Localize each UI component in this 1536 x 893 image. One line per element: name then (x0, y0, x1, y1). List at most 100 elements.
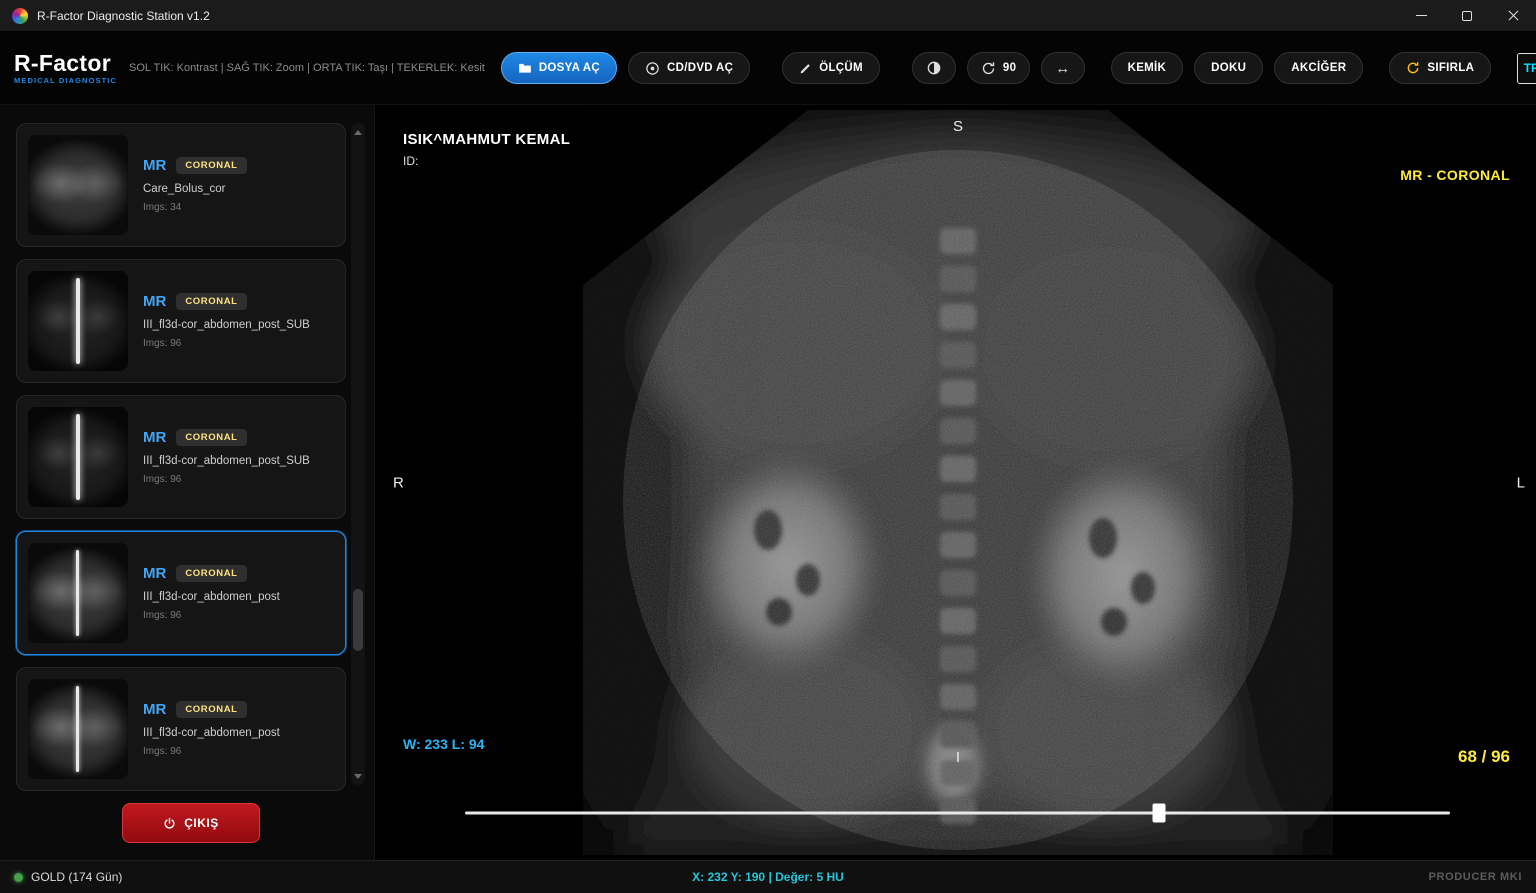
series-thumbnail (28, 407, 128, 507)
flip-icon: ↔ (1055, 61, 1070, 76)
reset-label: SIFIRLA (1427, 62, 1474, 74)
series-card[interactable]: MR CORONAL III_fl3d-cor_abdomen_post_SUB… (16, 259, 346, 383)
measure-label: ÖLÇÜM (819, 62, 863, 74)
toolbar: DOSYA AÇ CD/DVD AÇ ÖLÇÜM 90 ↔ (501, 52, 1536, 84)
rotate-icon (981, 61, 996, 76)
series-name: III_fl3d-cor_abdomen_post_SUB (143, 319, 310, 331)
header-toolbar: R-Factor MEDICAL DIAGNOSTIC SOL TIK: Kon… (0, 32, 1536, 105)
brand-subtitle: MEDICAL DIAGNOSTIC (14, 76, 117, 85)
status-dot-icon (14, 873, 23, 882)
pencil-icon (799, 62, 812, 75)
series-name: III_fl3d-cor_abdomen_post_SUB (143, 455, 310, 467)
flip-button[interactable]: ↔ (1041, 52, 1084, 84)
series-scrollbar[interactable] (351, 123, 365, 785)
producer-label: PRODUCER MKI (1429, 871, 1522, 883)
power-icon (163, 817, 176, 830)
lang-tr-button[interactable]: TR (1517, 53, 1536, 84)
scroll-down-button[interactable] (351, 769, 365, 783)
series-thumbnail (28, 271, 128, 371)
lung-label: AKCİĞER (1291, 62, 1346, 74)
reset-button[interactable]: SIFIRLA (1389, 52, 1491, 84)
modality-label: MR (143, 429, 166, 446)
modality-label: MR (143, 701, 166, 718)
series-card[interactable]: MR CORONAL III_fl3d-cor_abdomen_post Img… (16, 667, 346, 791)
modality-label: MR (143, 293, 166, 310)
image-viewer[interactable]: ISIK^MAHMUT KEMAL ID: MR - CORONAL S I R… (375, 105, 1536, 860)
open-file-button[interactable]: DOSYA AÇ (501, 52, 617, 84)
series-thumbnail (28, 679, 128, 779)
series-info: MR CORONAL Care_Bolus_cor Imgs: 34 (143, 157, 247, 213)
mri-image[interactable] (583, 110, 1333, 855)
patient-name-overlay: ISIK^MAHMUT KEMAL (403, 131, 570, 148)
app-logo-icon (12, 8, 28, 24)
bone-label: KEMİK (1128, 62, 1167, 74)
series-thumbnail (28, 543, 128, 643)
series-info: MR CORONAL III_fl3d-cor_abdomen_post Img… (143, 701, 280, 757)
series-info: MR CORONAL III_fl3d-cor_abdomen_post Img… (143, 565, 280, 621)
exit-button[interactable]: ÇIKIŞ (122, 803, 260, 843)
plane-badge: CORONAL (176, 701, 246, 718)
close-button[interactable] (1490, 0, 1536, 31)
language-toggle: TR EN (1517, 53, 1536, 84)
rotate-90-button[interactable]: 90 (967, 52, 1030, 84)
disc-icon (645, 61, 660, 76)
license-status-label: GOLD (174 Gün) (31, 870, 122, 884)
exit-label: ÇIKIŞ (184, 816, 219, 830)
series-image-count: Imgs: 96 (143, 610, 280, 621)
measure-button[interactable]: ÖLÇÜM (782, 52, 880, 84)
series-image-count: Imgs: 34 (143, 202, 247, 213)
plane-badge: CORONAL (176, 565, 246, 582)
preset-tissue-button[interactable]: DOKU (1194, 52, 1263, 84)
orientation-right: R (393, 474, 404, 491)
slice-slider-thumb[interactable] (1153, 804, 1166, 823)
scroll-up-icon (354, 130, 362, 135)
series-name: Care_Bolus_cor (143, 183, 247, 195)
maximize-icon (1462, 11, 1472, 21)
series-thumbnail (28, 135, 128, 235)
slice-slider-track[interactable] (465, 812, 1450, 815)
series-image-count: Imgs: 96 (143, 746, 280, 757)
modality-label: MR (143, 157, 166, 174)
maximize-button[interactable] (1444, 0, 1490, 31)
series-info: MR CORONAL III_fl3d-cor_abdomen_post_SUB… (143, 429, 310, 485)
series-label-overlay: MR - CORONAL (1400, 167, 1510, 183)
brand-logo: R-Factor MEDICAL DIAGNOSTIC (14, 51, 117, 85)
plane-badge: CORONAL (176, 157, 246, 174)
tissue-label: DOKU (1211, 62, 1246, 74)
close-icon (1508, 10, 1519, 21)
minimize-icon (1416, 15, 1427, 16)
series-image-count: Imgs: 96 (143, 474, 310, 485)
window-title: R-Factor Diagnostic Station v1.2 (37, 9, 210, 23)
folder-icon (518, 62, 532, 74)
window-level-overlay: W: 233 L: 94 (403, 736, 484, 752)
open-cd-label: CD/DVD AÇ (667, 62, 733, 74)
orientation-left: L (1517, 474, 1525, 491)
contrast-icon (926, 60, 942, 76)
plane-badge: CORONAL (176, 429, 246, 446)
scroll-up-button[interactable] (351, 125, 365, 139)
series-card-selected[interactable]: MR CORONAL III_fl3d-cor_abdomen_post Img… (16, 531, 346, 655)
window-controls (1398, 0, 1536, 31)
app-window: R-Factor Diagnostic Station v1.2 R-Facto… (0, 0, 1536, 893)
orientation-inferior: I (956, 749, 960, 766)
preset-lung-button[interactable]: AKCİĞER (1274, 52, 1363, 84)
series-image-count: Imgs: 96 (143, 338, 310, 349)
modality-label: MR (143, 565, 166, 582)
minimize-button[interactable] (1398, 0, 1444, 31)
contrast-button[interactable] (912, 52, 956, 84)
series-name: III_fl3d-cor_abdomen_post (143, 591, 280, 603)
patient-id-overlay: ID: (403, 154, 418, 168)
mouse-hint-text: SOL TIK: Kontrast | SAĞ TIK: Zoom | ORTA… (129, 62, 485, 74)
open-cd-button[interactable]: CD/DVD AÇ (628, 52, 750, 84)
orientation-superior: S (953, 118, 963, 135)
series-card[interactable]: MR CORONAL III_fl3d-cor_abdomen_post_SUB… (16, 395, 346, 519)
preset-bone-button[interactable]: KEMİK (1111, 52, 1184, 84)
series-info: MR CORONAL III_fl3d-cor_abdomen_post_SUB… (143, 293, 310, 349)
slice-slider[interactable] (465, 800, 1450, 826)
plane-badge: CORONAL (176, 293, 246, 310)
series-card[interactable]: MR CORONAL Care_Bolus_cor Imgs: 34 (16, 123, 346, 247)
rotate-label: 90 (1003, 62, 1016, 74)
scrollbar-thumb[interactable] (353, 589, 363, 651)
pixel-info: X: 232 Y: 190 | Değer: 5 HU (692, 870, 844, 884)
license-status: GOLD (174 Gün) (14, 870, 122, 884)
